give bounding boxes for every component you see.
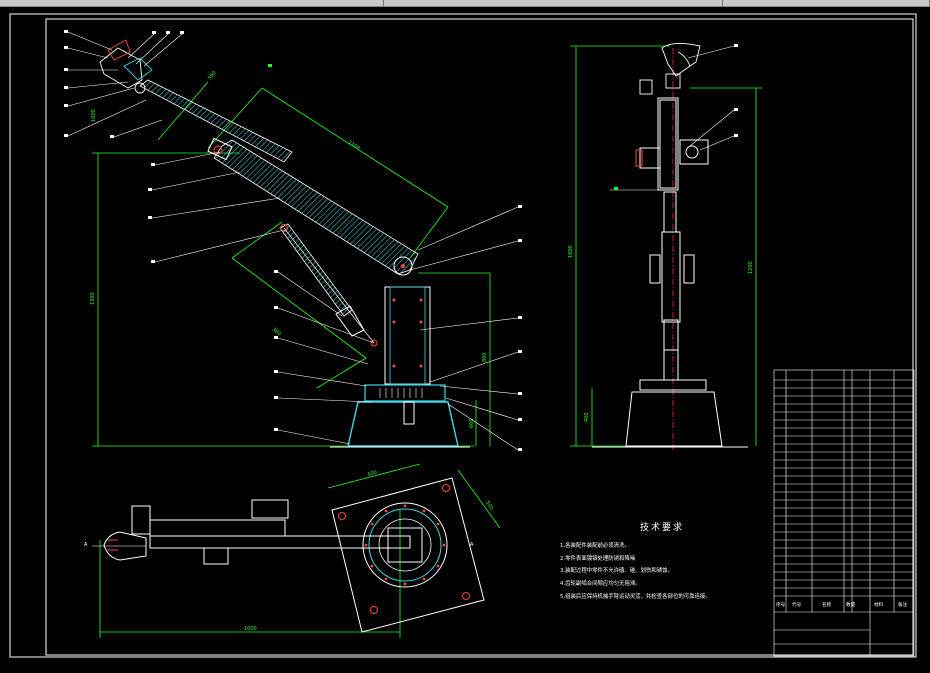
tech-req-note: 1.各装配件装配前必须清洗。 (560, 543, 630, 549)
inner-frame (45, 18, 914, 656)
upper-arm (213, 139, 419, 275)
tb-caption-code: 代号 (792, 601, 802, 608)
side-view: 1100 590 1350 380 800 1000 600 (64, 30, 522, 451)
tb-caption-qty: 数量 (846, 601, 856, 608)
tech-req-note: 4.齿轮副啮合间隙应均匀无阻滞。 (560, 581, 641, 588)
tb-caption-material: 材料 (874, 601, 884, 608)
plan-arm (149, 519, 286, 537)
section-marker-left: A (84, 542, 88, 548)
base-column (384, 286, 431, 385)
dim-forearm: 380 (271, 327, 282, 338)
side-dimensions (92, 81, 491, 447)
slewing-ring-outer (362, 502, 448, 588)
front-view: 1000 1200 400 (568, 43, 762, 450)
dim-wrist: 590 (207, 70, 218, 81)
front-pedestal (625, 391, 723, 447)
plan-view: 1000 600 500 A A (84, 463, 501, 638)
dim-front-height: 1000 (568, 245, 574, 258)
tech-req-notes: 1.各装配件装配前必须清洗。 2.零件表面镀铬处理防锈和降噪 3.装配过程中零件… (560, 540, 711, 604)
dim-front-sub-height: 1200 (748, 261, 754, 274)
gripper-side (99, 39, 153, 94)
front-dimensions (570, 45, 762, 447)
dim-front-base: 400 (584, 412, 590, 422)
cad-drawing-canvas[interactable]: 1100 590 1350 380 800 1000 600 1000 1200… (0, 6, 930, 669)
tech-req-note: 2.零件表面镀铬处理防锈和降噪 (560, 555, 636, 562)
tech-req-title: 技术要求 (640, 523, 685, 533)
tb-caption-notes: 备注 (898, 601, 908, 608)
dim-total-height: 1350 (90, 292, 96, 305)
tb-caption-name: 名称 (822, 601, 832, 608)
dim-plan-length: 1000 (244, 626, 257, 632)
pedestal (347, 401, 459, 447)
plan-base-plate (331, 477, 485, 633)
dim-plan-width: 600 (367, 470, 378, 478)
dim-base-height: 800 (482, 352, 488, 362)
gripper-front (639, 43, 701, 95)
dim-plan-height: 500 (484, 500, 494, 511)
dim-base-offset: 1000 (91, 109, 97, 122)
section-marker-right: A (470, 542, 474, 548)
outer-frame (9, 13, 917, 658)
turntable (364, 384, 446, 402)
tb-caption-index: 序号 (776, 601, 786, 608)
title-block (773, 369, 915, 657)
tech-req-note: 5.组装后应保持机械手臂运动灵活，并检查各部位的可靠连接。 (560, 593, 711, 600)
title-block-captions: 序号 代号 名称 数量 材料 备注 (776, 601, 908, 608)
tech-req-note: 3.装配过程中零件不允许磕、碰、划伤和锈蚀。 (560, 568, 673, 575)
